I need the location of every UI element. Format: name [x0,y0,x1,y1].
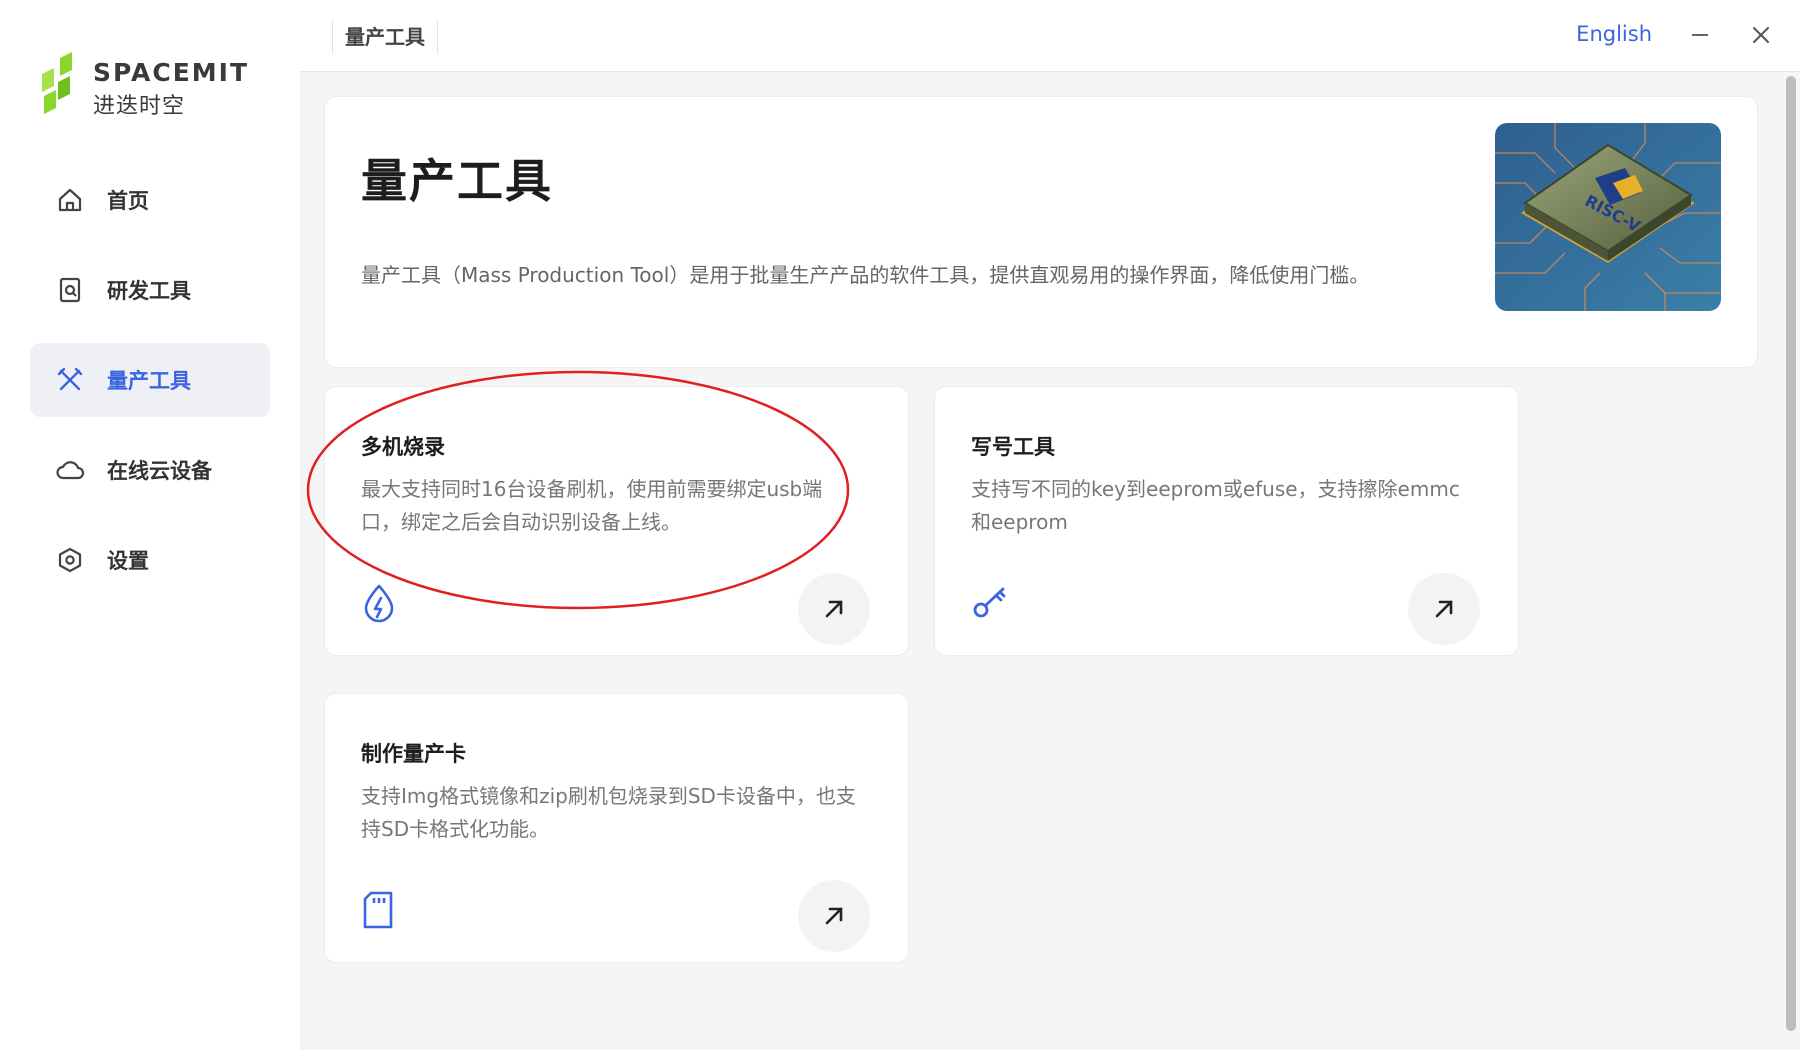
tools-icon [55,365,85,395]
card-description: 支持Img格式镜像和zip刷机包烧录到SD卡设备中，也支持SD卡格式化功能。 [361,784,856,841]
minimize-icon [1692,34,1708,36]
card-title: 多机烧录 [361,435,445,459]
sidebar-item-mass-production[interactable]: 量产工具 [30,343,270,417]
sidebar-item-label: 量产工具 [107,369,191,393]
flash-drop-icon [361,583,401,623]
card-write-key-tool[interactable]: 写号工具 支持写不同的key到eeprom或efuse，支持擦除emmc和eep… [934,386,1519,656]
card-title: 写号工具 [971,435,1055,459]
close-icon [1753,27,1769,43]
sidebar-item-label: 设置 [107,549,149,573]
sidebar-item-settings[interactable]: 设置 [30,523,270,597]
dev-tool-icon [55,275,85,305]
key-icon [971,583,1011,623]
page-description: 量产工具（Mass Production Tool）是用于批量生产产品的软件工具… [361,263,1370,287]
scrollbar-thumb[interactable] [1786,76,1796,1031]
sidebar-item-home[interactable]: 首页 [30,163,270,237]
open-write-key-button[interactable] [1408,573,1480,645]
hero-panel: 量产工具 量产工具（Mass Production Tool）是用于批量生产产品… [324,96,1758,368]
app-window: SPACEMIT 进迭时空 首页 研发工具 量产工具 在线云设备 设置 量产工具… [0,0,1800,1050]
tab-mass-production[interactable]: 量产工具 [332,20,438,54]
settings-icon [55,545,85,575]
arrow-up-right-icon [1435,600,1453,618]
open-make-sd-card-button[interactable] [798,880,870,952]
minimize-button[interactable] [1684,18,1718,52]
sd-card-icon [361,890,401,930]
spacemit-logo-icon [42,52,72,114]
arrow-up-right-icon [825,907,843,925]
cloud-icon [55,455,85,485]
card-make-sd-card[interactable]: 制作量产卡 支持Img格式镜像和zip刷机包烧录到SD卡设备中，也支持SD卡格式… [324,693,909,963]
language-switch-button[interactable]: English [1576,22,1652,46]
page-title: 量产工具 [361,154,553,208]
close-button[interactable] [1744,18,1778,52]
sidebar-item-label: 研发工具 [107,279,191,303]
brand-name-cn: 进迭时空 [93,94,186,119]
brand-logo: SPACEMIT 进迭时空 [38,52,278,119]
sidebar-item-label: 在线云设备 [107,459,212,483]
sidebar-item-cloud-devices[interactable]: 在线云设备 [30,433,270,507]
title-bar: 量产工具 English [300,0,1800,72]
card-title: 制作量产卡 [361,742,466,766]
open-multi-flash-button[interactable] [798,573,870,645]
sidebar-nav: 首页 研发工具 量产工具 在线云设备 设置 [30,163,270,613]
sidebar-item-label: 首页 [107,189,149,213]
arrow-up-right-icon [825,600,843,618]
card-description: 最大支持同时16台设备刷机，使用前需要绑定usb端口，绑定之后会自动识别设备上线… [361,477,823,534]
vertical-scrollbar[interactable] [1782,72,1800,1050]
card-multi-flash[interactable]: 多机烧录 最大支持同时16台设备刷机，使用前需要绑定usb端口，绑定之后会自动识… [324,386,909,656]
sidebar: SPACEMIT 进迭时空 首页 研发工具 量产工具 在线云设备 设置 [0,0,300,1050]
card-description: 支持写不同的key到eeprom或efuse，支持擦除emmc和eeprom [971,477,1460,534]
sidebar-item-dev-tools[interactable]: 研发工具 [30,253,270,327]
risc-v-chip-image: RISC-V [1495,123,1721,311]
home-icon [55,185,85,215]
brand-name-en: SPACEMIT [93,58,250,87]
main-content: 量产工具 量产工具（Mass Production Tool）是用于批量生产产品… [300,72,1782,1050]
